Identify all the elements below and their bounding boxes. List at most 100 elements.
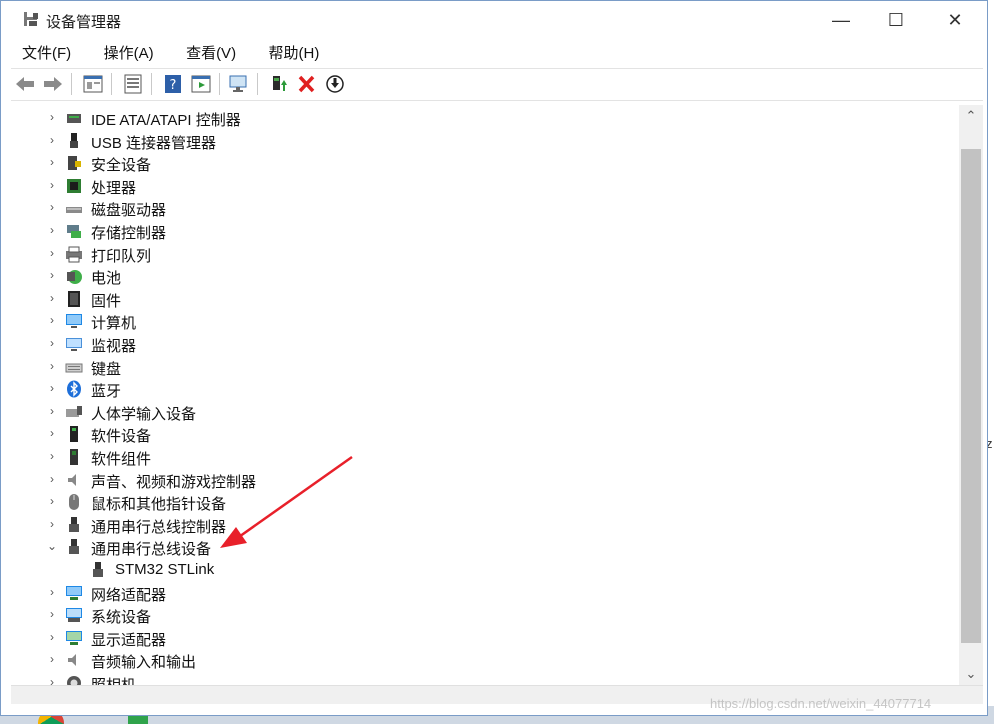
- tree-category[interactable]: › 音频输入和输出: [11, 649, 959, 671]
- chevron-right-icon[interactable]: ›: [47, 675, 57, 685]
- chevron-down-icon[interactable]: ⌄: [47, 539, 57, 553]
- tree-category[interactable]: › USB 连接器管理器: [11, 130, 959, 152]
- tree-category[interactable]: › IDE ATA/ATAPI 控制器: [11, 107, 959, 129]
- printer-icon: [66, 246, 82, 263]
- chevron-right-icon[interactable]: ›: [47, 449, 57, 463]
- tree-category[interactable]: › 处理器: [11, 175, 959, 197]
- tree-category[interactable]: › 网络适配器: [11, 582, 959, 604]
- tree-category[interactable]: › 声音、视频和游戏控制器: [11, 469, 959, 491]
- tree-category[interactable]: › 磁盘驱动器: [11, 197, 959, 219]
- close-button[interactable]: ✕: [926, 1, 984, 39]
- scroll-down-icon[interactable]: ⌄: [959, 663, 983, 685]
- action-pane-icon[interactable]: [189, 73, 213, 95]
- chevron-right-icon[interactable]: ›: [47, 494, 57, 508]
- menu-help[interactable]: 帮助(H): [260, 43, 320, 65]
- chevron-right-icon[interactable]: ›: [47, 313, 57, 327]
- sound-icon: [68, 474, 76, 486]
- maximize-button[interactable]: ☐: [867, 1, 925, 39]
- tree-category[interactable]: › 人体学输入设备: [11, 401, 959, 423]
- tree-category[interactable]: › 存储控制器: [11, 220, 959, 242]
- tree-item-label: 网络适配器: [91, 587, 167, 604]
- disable-device-icon[interactable]: [323, 73, 347, 95]
- chevron-right-icon[interactable]: ›: [47, 110, 57, 124]
- chevron-right-icon[interactable]: ›: [47, 336, 57, 350]
- chevron-right-icon[interactable]: ›: [47, 133, 57, 147]
- tree-category[interactable]: ⌄ 通用串行总线设备: [11, 536, 959, 558]
- chevron-right-icon[interactable]: ›: [47, 359, 57, 373]
- tree-category[interactable]: › 键盘: [11, 356, 959, 378]
- tree-category[interactable]: › 安全设备: [11, 152, 959, 174]
- tree-category[interactable]: › 蓝牙: [11, 378, 959, 400]
- tree-category[interactable]: › 软件组件: [11, 446, 959, 468]
- tree-item-label: 音频输入和输出: [91, 654, 197, 671]
- usb-connector-icon: [70, 133, 78, 148]
- chevron-right-icon[interactable]: ›: [47, 517, 57, 531]
- chevron-right-icon[interactable]: ›: [47, 200, 57, 214]
- tree-item-label: 固件: [91, 293, 122, 310]
- chevron-right-icon[interactable]: ›: [47, 472, 57, 486]
- tree-category[interactable]: › 系统设备: [11, 604, 959, 626]
- tree-category[interactable]: › 电池: [11, 265, 959, 287]
- tree-category[interactable]: › 鼠标和其他指针设备: [11, 491, 959, 513]
- chevron-right-icon[interactable]: ›: [47, 291, 57, 305]
- background-window-edge: z: [986, 0, 994, 724]
- tree-item-label: 通用串行总线设备: [91, 541, 212, 558]
- tree-category[interactable]: › 通用串行总线控制器: [11, 514, 959, 536]
- properties-pane-icon[interactable]: [81, 73, 105, 95]
- scroll-thumb[interactable]: [961, 149, 981, 643]
- chevron-right-icon[interactable]: ›: [47, 630, 57, 644]
- menu-action[interactable]: 操作(A): [95, 43, 154, 65]
- menu-file[interactable]: 文件(F): [13, 43, 71, 65]
- device-manager-window: 设备管理器 — ☐ ✕ 文件(F) 操作(A) 查看(V) 帮助(H) ? › …: [0, 0, 988, 716]
- tree-category[interactable]: › 监视器: [11, 333, 959, 355]
- chevron-right-icon[interactable]: ›: [47, 178, 57, 192]
- tree-item-label: STM32 STLink: [115, 561, 215, 578]
- tree-item-label: 通用串行总线控制器: [91, 519, 227, 536]
- tree-category[interactable]: › 打印队列: [11, 243, 959, 265]
- tree-category[interactable]: › 软件设备: [11, 423, 959, 445]
- menu-view[interactable]: 查看(V): [177, 43, 236, 65]
- chevron-right-icon[interactable]: ›: [47, 223, 57, 237]
- storage-controller-icon: [67, 225, 81, 238]
- chevron-right-icon[interactable]: ›: [47, 404, 57, 418]
- tree-item-label: 电池: [91, 270, 122, 287]
- chevron-right-icon[interactable]: ›: [47, 585, 57, 599]
- tree-item-label: 键盘: [91, 361, 122, 378]
- tree-category[interactable]: › 显示适配器: [11, 627, 959, 649]
- device-list-icon[interactable]: [121, 73, 145, 95]
- tree-category[interactable]: › 固件: [11, 288, 959, 310]
- usb-device-icon: [69, 539, 79, 554]
- tree-item-label: 软件设备: [91, 428, 152, 445]
- chevron-right-icon[interactable]: ›: [47, 607, 57, 621]
- tree-item-label: USB 连接器管理器: [91, 135, 217, 152]
- scan-hardware-icon[interactable]: [227, 73, 251, 95]
- chevron-right-icon[interactable]: ›: [47, 246, 57, 260]
- chevron-right-icon[interactable]: ›: [47, 268, 57, 282]
- chevron-right-icon[interactable]: ›: [47, 652, 57, 666]
- camera-icon: [67, 676, 81, 685]
- tree-device[interactable]: STM32 STLink: [11, 559, 959, 581]
- chevron-right-icon[interactable]: ›: [47, 381, 57, 395]
- uninstall-device-icon[interactable]: [295, 73, 319, 95]
- chevron-right-icon[interactable]: ›: [47, 426, 57, 440]
- watermark: https://blog.csdn.net/weixin_44077714: [710, 696, 932, 711]
- toolbar-separator: [219, 73, 220, 95]
- device-manager-icon: [24, 12, 38, 26]
- chevron-right-icon[interactable]: ›: [47, 155, 57, 169]
- tree-item-label: 鼠标和其他指针设备: [91, 496, 227, 513]
- scroll-up-icon[interactable]: ⌃: [959, 105, 983, 127]
- device-tree[interactable]: › IDE ATA/ATAPI 控制器 › USB 连接器管理器 › 安全设备 › 处理器 › 磁…: [11, 105, 959, 685]
- ide-controller-icon: [67, 114, 81, 123]
- forward-icon[interactable]: [41, 73, 65, 95]
- back-icon[interactable]: [13, 73, 37, 95]
- update-driver-icon[interactable]: [267, 73, 291, 95]
- help-icon[interactable]: ?: [161, 73, 185, 95]
- vertical-scrollbar[interactable]: ⌃ ⌄: [959, 105, 983, 685]
- minimize-button[interactable]: —: [812, 1, 870, 39]
- tree-category[interactable]: › 照相机: [11, 672, 959, 685]
- tree-item-label: 系统设备: [91, 609, 152, 626]
- tree-category[interactable]: › 计算机: [11, 310, 959, 332]
- title-bar[interactable]: 设备管理器 — ☐ ✕: [1, 1, 987, 39]
- toolbar: ?: [11, 68, 983, 101]
- firmware-icon: [68, 291, 80, 307]
